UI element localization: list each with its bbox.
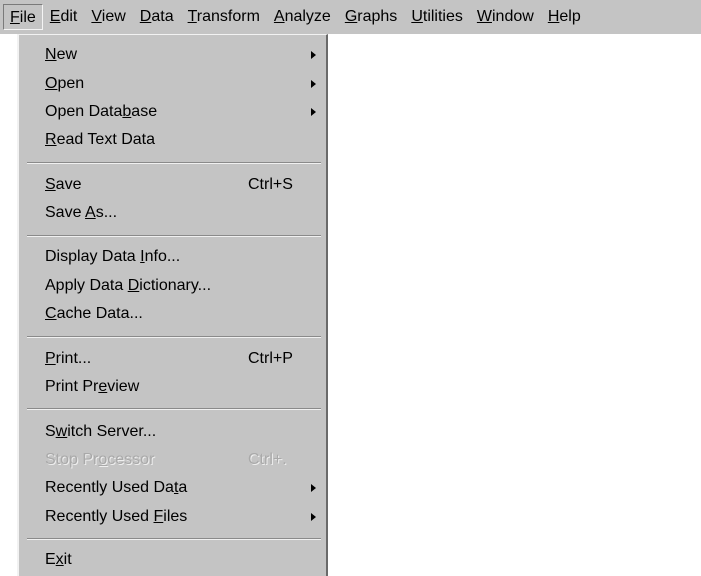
menu-item-label: Exit	[45, 551, 72, 568]
menu-item-new[interactable]: New	[19, 42, 326, 68]
menu-separator	[27, 235, 321, 237]
menu-separator	[27, 538, 321, 540]
submenu-arrow-icon	[311, 80, 316, 88]
submenu-arrow-icon	[311, 513, 316, 521]
menu-item-display-data-info[interactable]: Display Data Info...	[19, 244, 326, 270]
menu-item-apply-data-dictionary[interactable]: Apply Data Dictionary...	[19, 273, 326, 299]
menu-analyze[interactable]: Analyze	[267, 4, 338, 30]
menu-item-open-database[interactable]: Open Database	[19, 99, 326, 125]
menu-utilities[interactable]: Utilities	[404, 4, 470, 30]
menu-item-label: Stop Processor	[45, 451, 155, 468]
menu-item-label: Recently Used Data	[45, 479, 188, 496]
file-menu-dropdown: New Open Open Database Read Text Data Sa…	[17, 34, 328, 576]
menu-edit[interactable]: Edit	[43, 4, 85, 30]
menu-separator	[27, 162, 321, 164]
menu-separator	[27, 408, 321, 410]
menu-separator	[27, 336, 321, 338]
menu-item-label: Display Data Info...	[45, 248, 181, 265]
menu-file[interactable]: File	[3, 4, 43, 30]
menu-window[interactable]: Window	[470, 4, 541, 30]
menu-item-cache-data[interactable]: Cache Data...	[19, 301, 326, 327]
menu-item-shortcut: Ctrl+.	[248, 451, 287, 468]
submenu-arrow-icon	[311, 51, 316, 59]
menu-item-shortcut: Ctrl+P	[248, 350, 293, 367]
menu-item-label: Open Database	[45, 103, 158, 120]
menu-item-label: Switch Server...	[45, 423, 157, 440]
menu-item-label: Print Preview	[45, 378, 140, 395]
menu-graphs[interactable]: Graphs	[338, 4, 404, 30]
menu-item-label: Apply Data Dictionary...	[45, 277, 212, 294]
menu-item-recently-used-files[interactable]: Recently Used Files	[19, 504, 326, 530]
menu-item-label: Save As...	[45, 204, 118, 221]
menu-help[interactable]: Help	[541, 4, 588, 30]
menu-transform[interactable]: Transform	[181, 4, 267, 30]
menu-item-label: Print...	[45, 350, 92, 367]
menu-item-exit[interactable]: Exit	[19, 547, 326, 573]
menu-item-save-as[interactable]: Save As...	[19, 200, 326, 226]
submenu-arrow-icon	[311, 484, 316, 492]
menu-item-label: Cache Data...	[45, 305, 143, 322]
menu-item-label: Open	[45, 75, 85, 92]
menu-item-read-text-data[interactable]: Read Text Data	[19, 127, 326, 153]
menu-item-label: New	[45, 46, 78, 63]
menu-item-stop-processor: Stop Processor Ctrl+.	[19, 447, 326, 473]
menu-item-shortcut: Ctrl+S	[248, 176, 293, 193]
menu-item-label: Read Text Data	[45, 131, 155, 148]
menu-view[interactable]: View	[84, 4, 132, 30]
menu-item-recently-used-data[interactable]: Recently Used Data	[19, 475, 326, 501]
menu-bar: File Edit View Data Transform Analyze Gr…	[0, 0, 701, 34]
menu-item-save[interactable]: Save Ctrl+S	[19, 172, 326, 198]
menu-item-label: Save	[45, 176, 82, 193]
menu-item-switch-server[interactable]: Switch Server...	[19, 419, 326, 445]
menu-item-open[interactable]: Open	[19, 71, 326, 97]
menu-item-print-preview[interactable]: Print Preview	[19, 374, 326, 400]
menu-data[interactable]: Data	[133, 4, 181, 30]
menu-item-label: Recently Used Files	[45, 508, 188, 525]
submenu-arrow-icon	[311, 108, 316, 116]
menu-item-print[interactable]: Print... Ctrl+P	[19, 346, 326, 372]
